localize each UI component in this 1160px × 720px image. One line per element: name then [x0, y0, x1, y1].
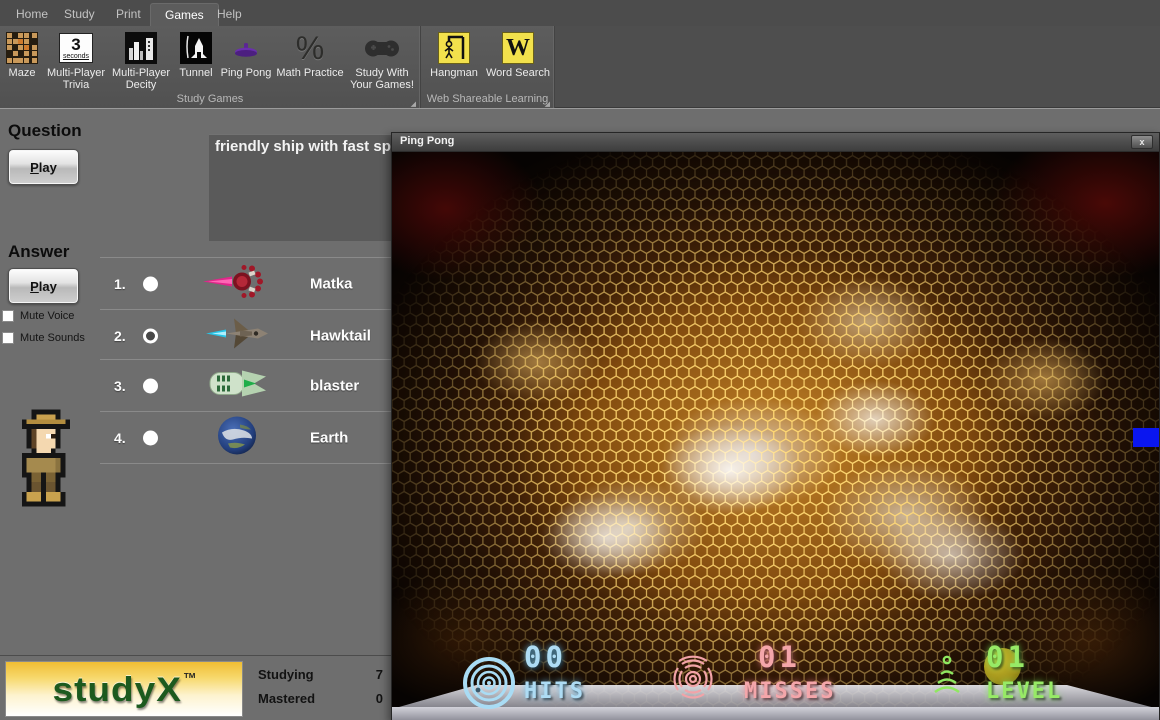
mute-voice-label: Mute Voice: [20, 310, 75, 322]
answer-label: Hawktail: [310, 327, 371, 344]
trivia-icon-number: 3: [71, 35, 81, 54]
ribbon-button-ping-pong[interactable]: Ping Pong: [220, 28, 272, 90]
ribbon-button-math-practice[interactable]: % Math Practice: [274, 28, 346, 90]
ribbon-button-maze[interactable]: Maze: [2, 28, 42, 90]
studying-value: 7: [375, 667, 383, 682]
ribbon-button-label: Ping Pong: [220, 67, 272, 79]
ribbon-button-multiplayer-trivia[interactable]: 3 seconds Multi-Player Trivia: [44, 28, 108, 92]
answer-list: 1. Matka 2. Hawktail 3. blaster 4. Earth: [100, 257, 391, 464]
ribbon-button-label: Tunnel: [179, 67, 213, 79]
hawktail-ship-image: [200, 310, 274, 361]
bottom-divider: [0, 655, 391, 656]
ribbon-button-label: Multi-Player Trivia: [46, 67, 106, 92]
trivia-3-seconds-icon: 3 seconds: [44, 31, 108, 65]
ribbon-group-label: Web Shareable Learning: [426, 93, 549, 105]
answer-number: 2.: [114, 327, 126, 344]
ribbon-tab-bar: Home Study Print Games Help: [0, 0, 1160, 26]
question-heading: Question: [8, 121, 82, 140]
answer-radio[interactable]: [143, 276, 158, 291]
close-button[interactable]: x: [1131, 135, 1153, 149]
ping-pong-paddle-icon: [220, 31, 272, 65]
ribbon-button-study-with-your-games[interactable]: Study With Your Games!: [348, 28, 416, 92]
mute-sounds-label: Mute Sounds: [20, 332, 85, 344]
misses-value: 01: [758, 640, 801, 674]
tab-study[interactable]: Study: [50, 3, 109, 26]
ribbon: Maze 3 seconds Multi-Player Trivia Multi…: [0, 26, 1160, 108]
misses-x-icon: [668, 654, 718, 709]
ribbon-group-web-shareable: Hangman W Word Search Web Shareable Lear…: [421, 26, 555, 108]
mute-sounds-option: Mute Sounds: [2, 332, 85, 344]
ribbon-button-label: Maze: [8, 67, 36, 79]
ping-pong-window: Ping Pong x 00 HITS 01 MISSES 01 LEVEL: [391, 132, 1160, 720]
ribbon-button-label: Word Search: [486, 67, 550, 79]
blaster-ship-image: [200, 361, 274, 410]
player-paddle[interactable]: [1133, 428, 1159, 447]
main-content: Question Play friendly ship with fast sp…: [0, 108, 1160, 720]
gamepad-icon: [348, 31, 416, 65]
matka-ship-image: [200, 259, 274, 308]
window-titlebar[interactable]: Ping Pong x: [392, 133, 1159, 152]
answer-label: Matka: [310, 275, 353, 292]
city-bars-icon: [110, 31, 172, 65]
answer-radio[interactable]: [143, 378, 158, 393]
ribbon-button-hangman[interactable]: Hangman: [425, 28, 483, 90]
mastered-value: 0: [375, 691, 383, 706]
ribbon-button-label: Math Practice: [276, 67, 344, 79]
hits-label: HITS: [524, 679, 585, 704]
answer-heading: Answer: [8, 242, 70, 261]
earth-image: [200, 412, 274, 463]
window-title: Ping Pong: [400, 135, 455, 147]
answer-row-hawktail[interactable]: 2. Hawktail: [100, 310, 391, 361]
level-value: 01: [986, 640, 1029, 674]
level-beacon-icon: [930, 652, 964, 709]
question-play-button[interactable]: Play: [8, 149, 79, 185]
ribbon-group-label: Study Games: [176, 93, 244, 105]
ribbon-group-study-games: Maze 3 seconds Multi-Player Trivia Multi…: [0, 26, 421, 108]
mastered-label: Mastered: [258, 691, 316, 706]
level-label: LEVEL: [986, 679, 1063, 704]
game-area: 00 HITS 01 MISSES 01 LEVEL: [392, 152, 1159, 720]
mute-voice-option: Mute Voice: [2, 310, 74, 322]
studyx-app: Home Study Print Games Help Maze 3 secon…: [0, 0, 1160, 720]
answer-radio[interactable]: [143, 430, 158, 445]
mute-voice-checkbox[interactable]: [2, 310, 14, 322]
explorer-character-sprite: [17, 409, 75, 512]
ribbon-button-label: Study With Your Games!: [350, 67, 414, 92]
answer-number: 3.: [114, 377, 126, 394]
answer-row-blaster[interactable]: 3. blaster: [100, 360, 391, 411]
tab-help[interactable]: Help: [203, 3, 256, 26]
ribbon-button-tunnel[interactable]: Tunnel: [174, 28, 218, 90]
dialog-launcher-icon[interactable]: ◢: [411, 100, 416, 108]
question-text-box: friendly ship with fast spe: [209, 134, 391, 241]
studying-label: Studying: [258, 667, 314, 682]
answer-play-button[interactable]: Play: [8, 268, 79, 304]
hangman-icon: [425, 31, 483, 65]
answer-radio-selected[interactable]: [143, 328, 158, 343]
ribbon-button-label: Hangman: [430, 67, 478, 79]
tab-print[interactable]: Print: [102, 3, 155, 26]
answer-row-matka[interactable]: 1. Matka: [100, 258, 391, 309]
percent-icon: %: [295, 29, 325, 66]
maze-icon: [2, 31, 42, 65]
tunnel-rocket-icon: [174, 31, 218, 65]
ribbon-button-multiplayer-decity[interactable]: Multi-Player Decity: [110, 28, 172, 92]
dialog-launcher-icon[interactable]: ◢: [545, 100, 550, 108]
word-search-icon: W: [485, 31, 551, 65]
misses-label: MISSES: [744, 679, 836, 704]
answer-label: Earth: [310, 429, 349, 446]
ribbon-button-label: Multi-Player Decity: [111, 67, 171, 92]
hits-value: 00: [524, 640, 567, 674]
studyx-logo: studyX TM: [5, 661, 243, 717]
mute-sounds-checkbox[interactable]: [2, 332, 14, 344]
trivia-icon-seconds: seconds: [62, 53, 90, 60]
ribbon-button-word-search[interactable]: W Word Search: [485, 28, 551, 90]
answer-number: 4.: [114, 429, 126, 446]
answer-number: 1.: [114, 275, 126, 292]
answer-label: blaster: [310, 377, 360, 394]
hits-target-icon: [462, 656, 516, 715]
explosion-bloom-layer: [392, 152, 1159, 720]
answer-row-earth[interactable]: 4. Earth: [100, 412, 391, 463]
